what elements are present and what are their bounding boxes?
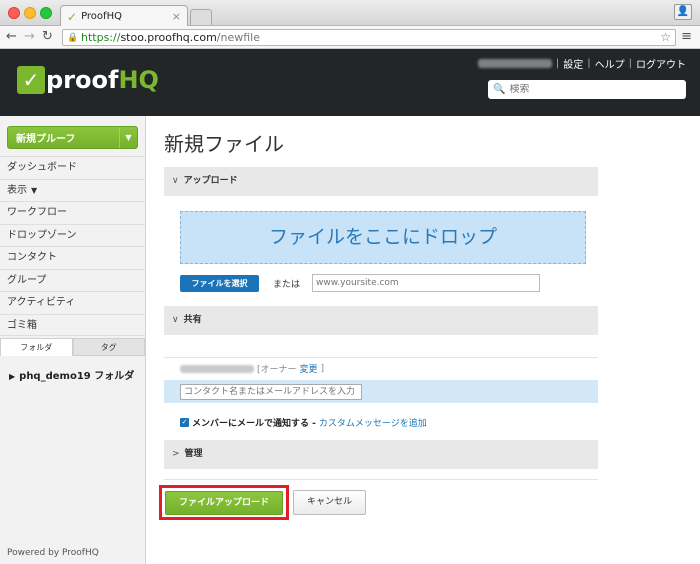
app-header: ✓ proofHQ | 設定 | ヘルプ | ログアウト 🔍 (0, 49, 700, 116)
file-dropzone[interactable]: ファイルをここにドロップ (180, 211, 586, 264)
sidebar-nav: ダッシュボード 表示 ▼ ワークフロー ドロップゾーン コンタクト グループ アク… (0, 156, 145, 336)
search-icon: 🔍 (493, 84, 506, 95)
zoom-window-button[interactable] (40, 7, 52, 19)
logo-text-proof: proof (46, 66, 119, 94)
page-title: 新規ファイル (164, 132, 284, 156)
sidebar-item-view[interactable]: 表示 ▼ (0, 178, 145, 202)
close-window-button[interactable] (8, 7, 20, 19)
owner-row: [オーナー 変更 ] (180, 362, 324, 375)
logo-check-icon: ✓ (17, 66, 45, 94)
search-box[interactable]: 🔍 (488, 80, 686, 99)
minimize-window-button[interactable] (24, 7, 36, 19)
upload-section-label: アップロード (183, 176, 238, 186)
cancel-button[interactable]: キャンセル (293, 490, 366, 515)
notify-checkbox[interactable]: ✓ (180, 418, 189, 427)
tab-title: ProofHQ (81, 11, 122, 22)
sidebar-item-label: 表示 (7, 184, 27, 196)
url-path: /newfile (216, 31, 260, 44)
chevron-down-icon[interactable]: ▼ (119, 127, 137, 148)
or-label: または (273, 280, 301, 290)
owner-name-blurred (180, 364, 254, 373)
sidebar-item-dropzone[interactable]: ドロップゾーン (0, 223, 145, 247)
sidebar-sub-tabs: フォルダ タグ (0, 338, 145, 356)
new-proof-button[interactable]: 新規プルーフ ▼ (7, 126, 138, 149)
notify-row: ✓ メンバーにメールで通知する - カスタムメッセージを追加 (180, 416, 427, 429)
back-arrow-icon[interactable]: ← (6, 29, 17, 45)
owner-change-link[interactable]: 変更 (300, 362, 318, 375)
share-section-label: 共有 (183, 315, 202, 325)
sidebar-item-trash[interactable]: ゴミ箱 (0, 313, 145, 336)
sidebar: 新規プルーフ ▼ ダッシュボード 表示 ▼ ワークフロー ドロップゾーン コンタク… (0, 116, 146, 564)
main-content: 新規ファイル ∨ アップロード ファイルをここにドロップ ファイルを選択 または … (146, 116, 700, 564)
tab-close-icon[interactable]: × (172, 10, 181, 23)
upload-section-header[interactable]: ∨ アップロード (164, 167, 598, 196)
powered-by: Powered by ProofHQ (7, 548, 99, 558)
logout-link[interactable]: ログアウト (636, 56, 686, 71)
sidebar-item-activity[interactable]: アクティビティ (0, 291, 145, 314)
url-input[interactable] (312, 274, 540, 292)
new-proof-label: 新規プルーフ (16, 134, 76, 145)
sidebar-item-dashboard[interactable]: ダッシュボード (0, 156, 145, 179)
logo-text-hq: HQ (118, 66, 159, 94)
manage-section-header[interactable]: > 管理 (164, 440, 598, 469)
forward-arrow-icon[interactable]: → (24, 29, 35, 45)
sidebar-item-groups[interactable]: グループ (0, 268, 145, 292)
reload-icon[interactable]: ↻ (42, 29, 53, 45)
user-name-blurred (477, 59, 552, 68)
chevron-right-icon: ▶ (9, 372, 16, 381)
divider (164, 479, 598, 480)
upload-file-button[interactable]: ファイルアップロード (165, 491, 283, 515)
notify-label: メンバーにメールで通知する - (192, 419, 316, 429)
chevron-right-icon: > (172, 449, 180, 459)
bookmark-star-icon[interactable]: ☆ (660, 30, 671, 44)
sidebar-item-contacts[interactable]: コンタクト (0, 246, 145, 269)
choose-file-button[interactable]: ファイルを選択 (180, 275, 259, 292)
url-scheme: https:// (81, 31, 121, 44)
folder-item[interactable]: ▶ phq_demo19 フォルダ (9, 367, 134, 382)
browser-tab[interactable]: ✓ ProofHQ × (60, 5, 188, 27)
tab-tags[interactable]: タグ (72, 338, 145, 356)
search-input[interactable] (509, 84, 680, 95)
manage-section-label: 管理 (184, 449, 203, 459)
folder-name: phq_demo19 フォルダ (19, 371, 135, 382)
sidebar-item-workflow[interactable]: ワークフロー (0, 201, 145, 224)
address-bar[interactable]: 🔒 https:// stoo.proofhq.com /newfile ☆ (62, 29, 676, 46)
profile-icon[interactable]: 👤 (674, 4, 692, 20)
share-section-header[interactable]: ∨ 共有 (164, 306, 598, 335)
contact-input[interactable] (180, 384, 362, 400)
tab-folders[interactable]: フォルダ (0, 338, 73, 356)
caret-down-icon: ▼ (31, 185, 38, 195)
browser-toolbar: ← → ↻ 🔒 https:// stoo.proofhq.com /newfi… (0, 26, 700, 49)
new-tab-button[interactable] (190, 9, 212, 25)
favicon-check-icon: ✓ (67, 9, 78, 24)
owner-label: [オーナー (257, 365, 297, 375)
help-link[interactable]: ヘルプ (595, 56, 625, 71)
lock-icon: 🔒 (67, 32, 79, 43)
url-host: stoo.proofhq.com (120, 31, 217, 44)
chevron-down-icon: ∨ (172, 315, 179, 325)
header-links: | 設定 | ヘルプ | ログアウト (477, 56, 686, 71)
proofhq-logo[interactable]: ✓ proofHQ (17, 66, 159, 94)
settings-link[interactable]: 設定 (563, 56, 583, 71)
custom-message-link[interactable]: カスタムメッセージを追加 (319, 416, 427, 429)
chevron-down-icon: ∨ (172, 176, 179, 186)
browser-menu-icon[interactable]: ≡ (681, 29, 692, 44)
browser-titlebar: ✓ ProofHQ × 👤 (0, 0, 700, 27)
owner-label-close: ] (320, 363, 325, 374)
